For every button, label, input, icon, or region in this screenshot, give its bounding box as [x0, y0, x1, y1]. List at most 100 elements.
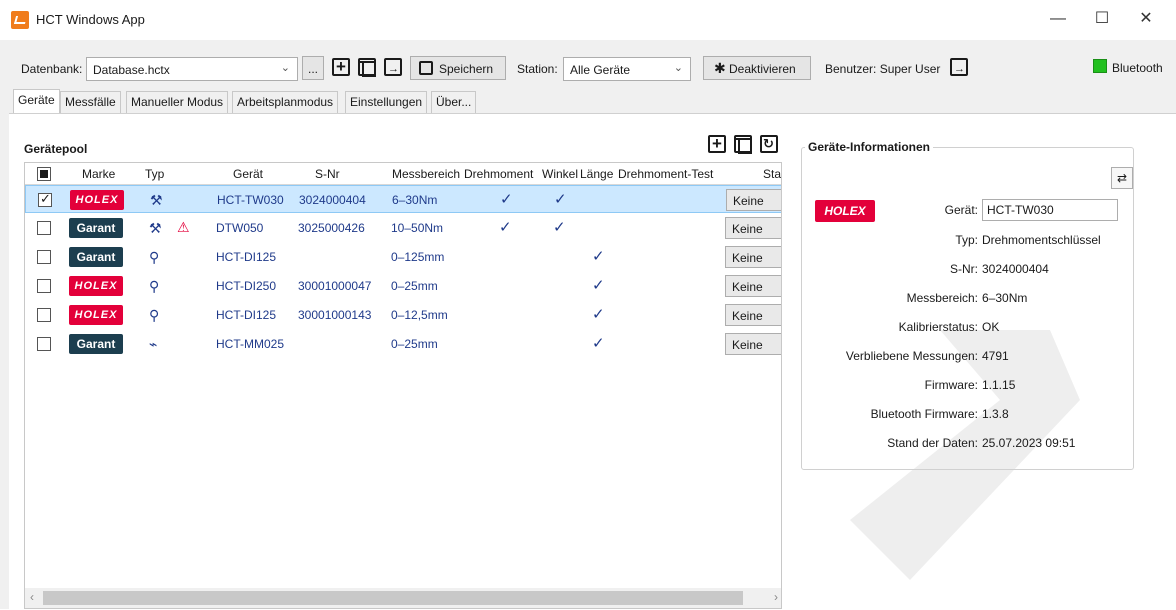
row-checkbox[interactable] [37, 250, 51, 264]
tab-ueber[interactable]: Über... [431, 91, 477, 113]
cell-geraet: HCT-DI125 [216, 308, 277, 322]
bluetooth-status-indicator [1093, 59, 1107, 73]
column-header-status[interactable]: Stati [763, 167, 781, 181]
column-header-messbereich[interactable]: Messbereich [392, 167, 460, 181]
trash-icon [358, 58, 376, 77]
table-row[interactable]: Garant ⌁ HCT-MM025 0–25mm ✓ Keine [25, 330, 781, 358]
save-label: Speichern [439, 62, 494, 76]
info-field-value: OK [982, 320, 1000, 334]
close-button[interactable]: ✕ [1131, 8, 1161, 30]
row-checkbox[interactable] [38, 191, 52, 207]
tab-einstellungen[interactable]: Einstellungen [345, 91, 428, 113]
geraet-name-input[interactable]: HCT-TW030 [982, 199, 1118, 221]
column-header-winkel[interactable]: Winkel [542, 167, 578, 181]
select-all-checkbox[interactable] [37, 167, 51, 181]
brand-logo: Garant [69, 334, 123, 354]
tab-manueller-modus[interactable]: Manueller Modus [126, 91, 229, 113]
import-database-button[interactable]: → [384, 58, 404, 78]
info-field-value: 4791 [982, 349, 1009, 363]
swap-button[interactable]: ⇄ [1111, 167, 1133, 189]
cell-geraet: HCT-DI125 [216, 250, 277, 264]
horizontal-scrollbar[interactable]: ‹ › [25, 588, 781, 608]
column-header-geraet[interactable]: Gerät [233, 167, 263, 181]
table-row[interactable]: Garant ⚲ HCT-DI125 0–125mm ✓ Keine [25, 243, 781, 271]
device-grid: Marke Typ Gerät S-Nr Messbereich Drehmom… [24, 162, 782, 609]
column-header-laenge[interactable]: Länge [580, 167, 613, 181]
deactivate-button[interactable]: ✱ Deaktivieren [703, 56, 811, 80]
status-cell[interactable]: Keine [726, 189, 781, 211]
info-field-value: 6–30Nm [982, 291, 1028, 305]
check-icon: ✓ [592, 248, 605, 265]
dial-indicator-icon: ⚲ [149, 249, 160, 265]
station-combobox[interactable]: Alle Geräte ⌄ [563, 57, 691, 81]
status-cell[interactable]: Keine [725, 275, 781, 297]
table-row[interactable]: HOLEX ⚒ HCT-TW030 3024000404 6–30Nm ✓ ✓ Keine [25, 185, 781, 213]
geraetepool-title: Gerätepool [24, 142, 88, 156]
cell-geraet: HCT-MM025 [216, 337, 285, 351]
row-checkbox[interactable] [37, 221, 51, 235]
delete-device-button[interactable] [734, 135, 754, 155]
info-field-label: Kalibrierstatus: [898, 320, 978, 334]
column-header-drehmoment-test[interactable]: Drehmoment-Test [618, 167, 713, 181]
row-checkbox[interactable] [37, 308, 51, 322]
cell-snr: 30001000143 [298, 308, 372, 322]
table-row[interactable]: HOLEX ⚲ HCT-DI250 30001000047 0–25mm ✓ Keine [25, 272, 781, 300]
column-header-marke[interactable]: Marke [82, 167, 115, 181]
status-cell[interactable]: Keine [725, 304, 781, 326]
minimize-button[interactable]: — [1043, 8, 1073, 30]
save-button[interactable]: Speichern [410, 56, 506, 80]
table-row[interactable]: Garant ⚒ ⚠ DTW050 3025000426 10–50Nm ✓ ✓ Keine [25, 214, 781, 242]
column-header-snr[interactable]: S-Nr [315, 167, 340, 181]
column-header-drehmoment[interactable]: Drehmoment [464, 167, 533, 181]
cell-messbereich: 10–50Nm [391, 221, 444, 235]
info-field-label: Firmware: [924, 378, 978, 392]
check-icon: ✓ [500, 191, 513, 208]
trash-icon [734, 135, 752, 154]
logout-button[interactable]: → [950, 58, 970, 78]
tab-arbeitsplanmodus[interactable]: Arbeitsplanmodus [232, 91, 339, 113]
station-label: Station: [517, 62, 558, 76]
check-icon: ✓ [499, 219, 512, 236]
info-geraet-label: Gerät: [944, 203, 978, 217]
info-field-value: 1.3.8 [982, 407, 1009, 421]
device-info-title: Geräte-Informationen [805, 140, 934, 154]
wrench-icon: ⚒ [149, 220, 162, 236]
scroll-right-icon[interactable]: › [774, 590, 778, 604]
browse-label: ... [308, 62, 319, 76]
delete-database-button[interactable] [358, 58, 378, 78]
table-row[interactable]: HOLEX ⚲ HCT-DI125 30001000143 0–12,5mm ✓ Keine [25, 301, 781, 329]
row-checkbox[interactable] [37, 279, 51, 293]
add-device-button[interactable]: + [708, 135, 728, 155]
status-cell[interactable]: Keine [725, 246, 781, 268]
window-title: HCT Windows App [36, 12, 145, 27]
info-field-label: Bluetooth Firmware: [870, 407, 978, 421]
column-header-typ[interactable]: Typ [145, 167, 164, 181]
status-cell[interactable]: Keine [725, 217, 781, 239]
chevron-down-icon: ⌄ [280, 62, 290, 74]
station-value: Alle Geräte [570, 63, 631, 77]
cell-geraet: HCT-TW030 [217, 193, 284, 207]
info-field-label: Verbliebene Messungen: [845, 349, 978, 363]
tab-messfaelle[interactable]: Messfälle [60, 91, 121, 113]
refresh-devices-button[interactable]: ↻ [760, 135, 780, 155]
warning-icon: ⚠ [177, 219, 190, 235]
scroll-left-icon[interactable]: ‹ [30, 590, 34, 604]
scrollbar-thumb[interactable] [43, 591, 743, 605]
brand-logo: HOLEX [69, 276, 123, 296]
device-info-panel [801, 147, 1134, 470]
tab-geraete[interactable]: Geräte [13, 89, 60, 114]
info-field-label: Messbereich: [906, 291, 978, 305]
floppy-disk-icon [419, 61, 433, 75]
maximize-button[interactable]: ☐ [1087, 8, 1117, 30]
app-logo-icon [11, 11, 29, 29]
dial-indicator-icon: ⚲ [149, 278, 160, 294]
browse-database-button[interactable]: ... [302, 56, 324, 80]
database-value: Database.hctx [93, 63, 170, 77]
database-combobox[interactable]: Database.hctx ⌄ [86, 57, 298, 81]
status-cell[interactable]: Keine [725, 333, 781, 355]
check-icon: ✓ [553, 219, 566, 236]
add-database-button[interactable]: + [332, 58, 352, 78]
plus-icon: + [708, 135, 726, 153]
row-checkbox[interactable] [37, 337, 51, 351]
micrometer-icon: ⌁ [149, 336, 158, 352]
